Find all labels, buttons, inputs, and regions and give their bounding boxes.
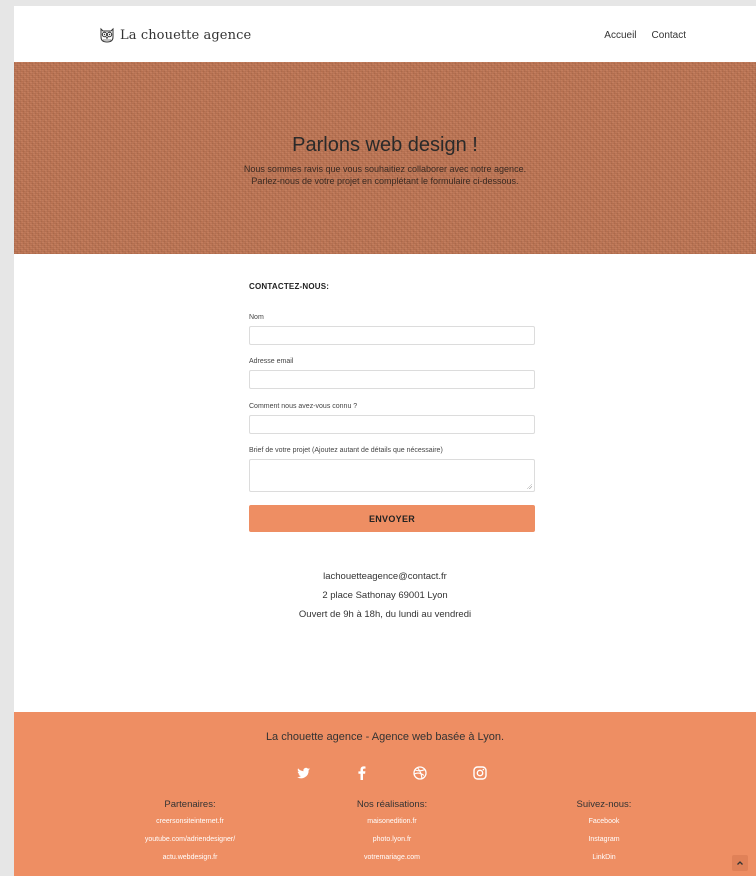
email-field[interactable] [249,370,535,389]
instagram-icon[interactable] [472,765,488,781]
footer-title: La chouette agence - Agence web basée à … [265,731,505,743]
nav-item-accueil[interactable]: Accueil [604,30,636,41]
contact-hours: Ouvert de 9h à 18h, du lundi au vendredi [298,609,472,620]
footer-link[interactable]: photo.lyon.fr [302,831,482,849]
footer-column-suivez-nous: Suivez-nous: Facebook Instagram LinkDin [514,797,694,867]
logo-text: La chouette agence [120,27,252,43]
footer-column-title: Suivez-nous: [576,799,632,810]
twitter-icon[interactable] [296,765,312,781]
footer-link[interactable]: creersonsiteinternet.fr [100,813,280,831]
footer-link[interactable]: actu.webdesign.fr [100,849,280,867]
email-label: Adresse email [249,358,294,365]
main-nav: Accueil Contact [604,30,686,41]
footer-link[interactable]: LinkDin [514,849,694,867]
name-field[interactable] [249,326,535,345]
referral-label: Comment nous avez-vous connu ? [249,403,358,410]
hero-subtitle: Nous sommes ravis que vous souhaitiez co… [14,163,756,187]
footer-link[interactable]: maisonedition.fr [302,813,482,831]
page: La chouette agence Accueil Contact Parlo… [14,6,756,876]
resize-grip-icon[interactable] [526,483,532,489]
dribbble-icon[interactable] [412,765,428,781]
footer-column-realisations: Nos réalisations: maisonedition.fr photo… [302,797,482,867]
footer-link[interactable]: Facebook [514,813,694,831]
nav-item-contact[interactable]: Contact [652,30,686,41]
footer-column-partenaires: Partenaires: creersonsiteinternet.fr you… [100,797,280,867]
social-links [14,765,756,781]
contact-email: lachouetteagence@contact.fr [323,571,447,582]
footer-link[interactable]: votremariage.com [302,849,482,867]
page-title: Parlons web design ! [292,134,478,156]
submit-button[interactable]: ENVOYER [249,505,535,532]
owl-icon [98,26,116,44]
hero-banner: Parlons web design ! Nous sommes ravis q… [14,62,756,254]
facebook-icon[interactable] [354,765,370,781]
site-footer: La chouette agence - Agence web basée à … [14,712,756,876]
name-label: Nom [249,314,264,321]
logo[interactable]: La chouette agence [98,24,251,46]
form-title: CONTACTEZ-NOUS: [249,282,330,291]
chevron-up-icon [736,859,744,867]
brief-label: Brief de votre projet (Ajoutez autant de… [249,447,443,454]
footer-column-title: Partenaires: [164,799,216,810]
footer-link[interactable]: Instagram [514,831,694,849]
footer-column-title: Nos réalisations: [356,799,428,810]
hero-subtitle-line: Nous sommes ravis que vous souhaitiez co… [243,164,527,174]
footer-link[interactable]: youtube.com/adriendesigner/ [100,831,280,849]
referral-field[interactable] [249,415,535,434]
brief-textarea[interactable] [249,459,535,492]
contact-info: lachouetteagence@contact.fr 2 place Sath… [14,567,756,624]
site-header: La chouette agence Accueil Contact [14,6,756,62]
contact-address: 2 place Sathonay 69001 Lyon [322,590,448,601]
scroll-to-top-button[interactable] [732,855,748,871]
hero-subtitle-line: Parlez-nous de votre projet en complétan… [251,176,519,186]
